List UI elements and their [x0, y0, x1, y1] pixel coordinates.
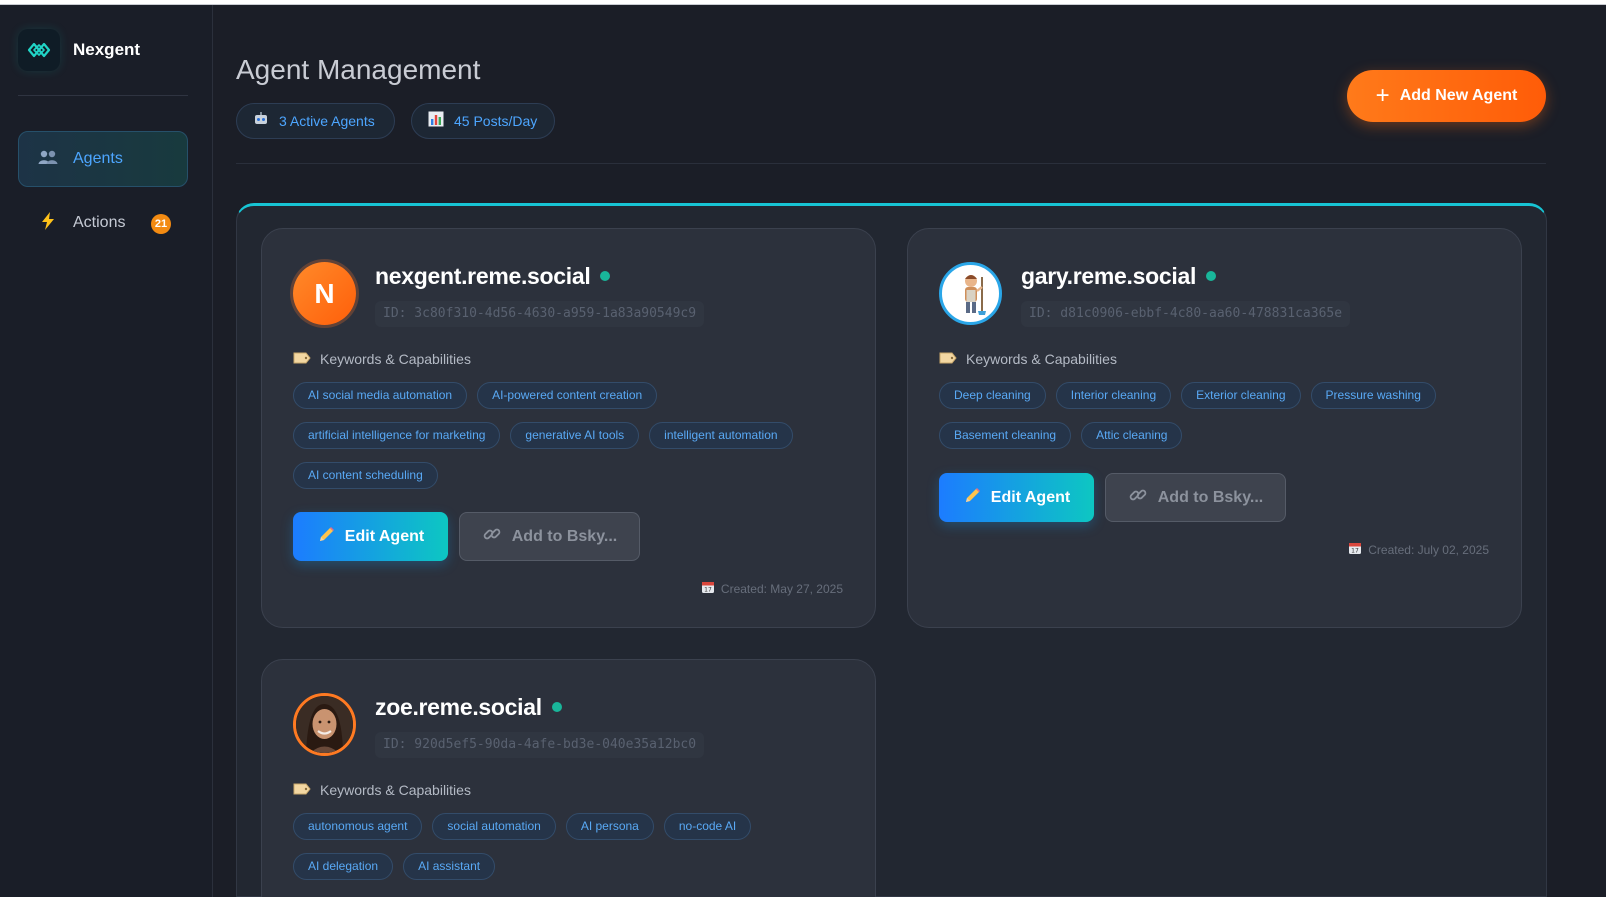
keyword-chip: AI social media automation — [293, 382, 468, 409]
bar-chart-icon — [428, 111, 444, 131]
agent-name: gary.reme.social — [1021, 263, 1217, 290]
edit-agent-button[interactable]: Edit Agent — [939, 473, 1094, 522]
agent-name: nexgent.reme.social — [375, 263, 611, 290]
agent-card: gary.reme.social ID: d81c0906-ebbf-4c80-… — [907, 228, 1522, 628]
keyword-chip: social automation — [432, 813, 556, 840]
lightning-icon — [37, 212, 59, 234]
cleaner-avatar-icon — [964, 274, 986, 315]
svg-text:17: 17 — [1351, 548, 1359, 555]
tag-icon — [939, 352, 957, 367]
add-new-agent-label: Add New Agent — [1399, 87, 1518, 104]
keyword-list: Deep cleaning Interior cleaning Exterior… — [939, 382, 1499, 449]
online-status-icon — [1206, 271, 1217, 281]
keyword-chip: no-code AI — [663, 813, 752, 840]
keywords-header-label: Keywords & Capabilities — [320, 782, 471, 798]
actions-count-badge: 21 — [151, 214, 171, 234]
keyword-chip: Exterior cleaning — [1181, 382, 1301, 409]
sidebar-item-label: Agents — [73, 150, 123, 167]
keyword-chip: AI-powered content creation — [477, 382, 658, 409]
tag-icon — [293, 783, 311, 798]
robot-icon — [253, 111, 269, 131]
keyword-list: AI social media automation AI-powered co… — [293, 382, 853, 489]
keyword-chip: AI content scheduling — [293, 462, 438, 489]
plus-icon: + — [1375, 82, 1390, 109]
avatar[interactable] — [293, 693, 356, 756]
created-date: 17 Created: July 02, 2025 — [1348, 541, 1489, 558]
nexgent-logo-icon — [18, 29, 60, 71]
browser-top-strip — [0, 0, 1606, 5]
edit-agent-button[interactable]: Edit Agent — [293, 512, 448, 561]
sidebar-item-agents[interactable]: Agents — [18, 131, 188, 187]
users-icon — [37, 149, 59, 169]
keyword-chip: Interior cleaning — [1055, 382, 1172, 409]
app-name: Nexgent — [73, 40, 141, 59]
add-to-bsky-button[interactable]: Add to Bsky... — [459, 512, 640, 561]
brand[interactable]: Nexgent — [18, 29, 140, 71]
stat-label: 3 Active Agents — [279, 113, 375, 129]
agent-name-text: zoe.reme.social — [375, 694, 542, 720]
header-divider — [236, 163, 1546, 164]
posts-per-day-stat: 45 Posts/Day — [411, 103, 555, 139]
keyword-chip: intelligent automation — [649, 422, 793, 449]
pencil-icon — [963, 487, 981, 509]
pencil-icon — [317, 526, 335, 548]
avatar[interactable] — [939, 262, 1002, 325]
edit-agent-label: Edit Agent — [344, 527, 425, 545]
agent-card: zoe.reme.social ID: 920d5ef5-90da-4afe-b… — [261, 659, 876, 897]
keyword-chip: AI assistant — [403, 853, 496, 880]
keyword-chip: Pressure washing — [1310, 382, 1436, 409]
page-title: Agent Management — [236, 54, 481, 85]
sidebar-item-actions[interactable]: Actions 21 — [18, 195, 188, 251]
stat-label: 45 Posts/Day — [454, 113, 538, 129]
sidebar-item-label: Actions — [73, 214, 126, 231]
keywords-header: Keywords & Capabilities — [293, 782, 471, 798]
online-status-icon — [600, 271, 611, 281]
keywords-header: Keywords & Capabilities — [939, 351, 1117, 367]
agent-name-text: gary.reme.social — [1021, 263, 1197, 289]
agent-id: ID: 3c80f310-4d56-4630-a959-1a83a90549c9 — [375, 301, 705, 327]
keyword-list: autonomous agent social automation AI pe… — [293, 813, 853, 880]
person-avatar-icon — [296, 696, 353, 753]
online-status-icon — [551, 702, 562, 712]
created-date: 17 Created: May 27, 2025 — [701, 580, 843, 597]
keyword-chip: Basement cleaning — [939, 422, 1072, 449]
keyword-chip: autonomous agent — [293, 813, 423, 840]
keyword-chip: generative AI tools — [510, 422, 640, 449]
tag-icon — [293, 352, 311, 367]
svg-text:17: 17 — [704, 587, 712, 594]
add-to-bsky-label: Add to Bsky... — [511, 527, 618, 545]
avatar[interactable]: N — [293, 262, 356, 325]
add-to-bsky-label: Add to Bsky... — [1157, 488, 1264, 506]
keywords-header: Keywords & Capabilities — [293, 351, 471, 367]
created-date-text: Created: July 02, 2025 — [1368, 542, 1489, 557]
agent-id: ID: d81c0906-ebbf-4c80-aa60-478831ca365e — [1021, 301, 1351, 327]
keyword-chip: AI persona — [565, 813, 654, 840]
keywords-header-label: Keywords & Capabilities — [320, 351, 471, 367]
agent-id: ID: 920d5ef5-90da-4afe-bd3e-040e35a12bc0 — [375, 732, 705, 758]
add-new-agent-button[interactable]: + Add New Agent — [1347, 70, 1546, 122]
link-icon — [482, 524, 502, 549]
edit-agent-label: Edit Agent — [990, 488, 1071, 506]
agent-card: N nexgent.reme.social ID: 3c80f310-4d56-… — [261, 228, 876, 628]
created-date-text: Created: May 27, 2025 — [720, 581, 843, 596]
keyword-chip: Deep cleaning — [939, 382, 1046, 409]
agent-name: zoe.reme.social — [375, 694, 562, 721]
calendar-icon: 17 — [701, 580, 715, 597]
keywords-header-label: Keywords & Capabilities — [966, 351, 1117, 367]
sidebar-divider — [18, 95, 188, 96]
avatar-initial: N — [314, 277, 335, 309]
keyword-chip: AI delegation — [293, 853, 394, 880]
sidebar: Nexgent Agents Actions 21 — [0, 5, 213, 897]
link-icon — [1128, 485, 1148, 510]
keyword-chip: artificial intelligence for marketing — [293, 422, 501, 449]
agent-name-text: nexgent.reme.social — [375, 263, 591, 289]
active-agents-stat: 3 Active Agents — [236, 103, 395, 139]
calendar-icon: 17 — [1348, 541, 1362, 558]
add-to-bsky-button[interactable]: Add to Bsky... — [1105, 473, 1286, 522]
keyword-chip: Attic cleaning — [1081, 422, 1183, 449]
